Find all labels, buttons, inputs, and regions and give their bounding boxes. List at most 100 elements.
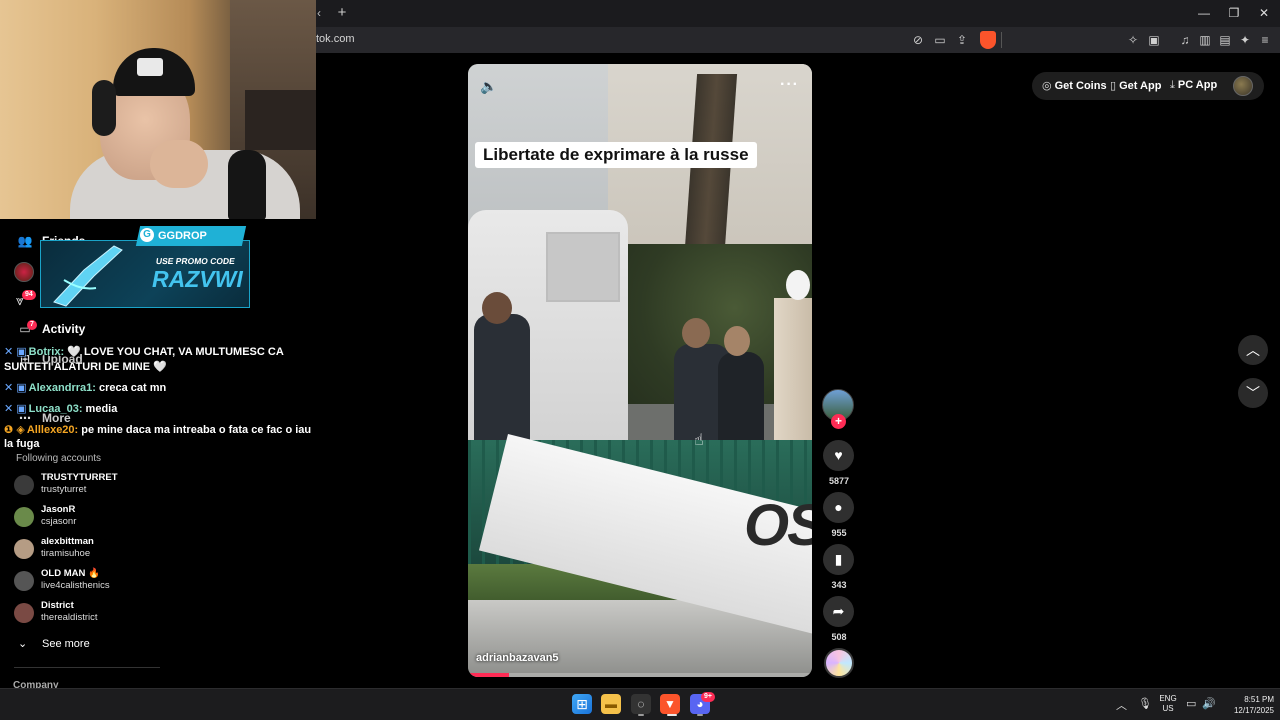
extensions-icon[interactable]: ✧ [1125,32,1141,48]
chat-message: ✕ ▣ Lucaa_03: media [4,402,117,415]
app-running-indicator [638,714,644,716]
avatar [14,475,34,495]
steam-icon[interactable]: ◌ [631,694,651,714]
more-options-icon[interactable]: ··· [780,76,799,94]
speaker-icon[interactable]: 🔊 [1202,697,1216,710]
get-app-button[interactable]: ▯ Get App [1110,79,1161,92]
video-progress-fill [468,673,510,677]
promo-banner: G GGDROP USE PROMO CODE RAZVWI [40,226,252,311]
brave-shields-icon[interactable] [980,31,996,49]
account-name: District [41,600,74,611]
cam-shelf [245,90,316,150]
microphone-icon [228,150,266,219]
promo-code: RAZVWI [152,266,243,292]
account-name: OLD MAN 🔥 [41,568,100,579]
following-account[interactable]: OLD MAN 🔥 live4calisthenics [14,568,214,594]
top-actions-bar: ◎ Get Coins ▯ Get App ⤓ PC App [1032,72,1264,100]
comment-button[interactable]: ● [823,492,854,523]
restore-icon[interactable]: ❐ [1222,4,1246,22]
like-button[interactable]: ♥ [823,440,854,471]
language-indicator[interactable]: ENG US [1158,694,1178,714]
webcam-overlay [0,0,316,219]
chat-message: ✕ ▣ Botrix: 🤍 LOVE YOU CHAT, VA MULTUMESC… [4,345,284,358]
chat-message: ❶ ◈ Alllexe20: pe mine daca ma intreaba o… [4,423,311,436]
new-tab-button[interactable]: + [334,4,350,22]
see-more-button[interactable]: ⌄ See more [18,637,90,650]
mouse-cursor-icon: ☝ [694,432,704,449]
wallet-icon[interactable]: ▤ [1217,32,1233,48]
volume-icon[interactable]: 🔈 [480,78,497,95]
video-author[interactable]: adrianbazavan5 [476,652,559,664]
network-icon[interactable]: ▭ [1186,697,1196,710]
url-field[interactable]: tok.com [316,33,355,45]
following-account[interactable]: alexbittman tiramisuhoe [14,536,214,562]
file-explorer-icon[interactable]: ▬ [601,694,621,714]
save-button[interactable]: ▮ [823,544,854,575]
menu-icon[interactable]: ≡ [1257,32,1273,48]
app-active-indicator [667,714,677,716]
language-code: ENG [1159,694,1177,703]
chat-message: ✕ ▣ Alexandrra1: creca cat mn [4,381,166,394]
no-translate-icon[interactable]: ⊘ [910,32,926,48]
taskbar-clock[interactable]: 8:51 PM 12/17/2025 [1218,694,1274,716]
profile-avatar[interactable] [1233,76,1253,96]
notification-badge: 94 [22,290,36,300]
share-icon[interactable]: ⇪ [954,32,970,48]
close-window-icon[interactable]: ✕ [1252,4,1276,22]
following-account[interactable]: TRUSTYTURRET trustyturret [14,472,214,498]
cast-icon[interactable]: ▭ [932,32,948,48]
pc-app-button[interactable]: ⤓ PC App [1170,79,1217,92]
video-player[interactable]: OSCI Libertate de exprimare à la russe 🔈… [468,64,812,677]
chat-user: Alllexe20: [26,424,79,436]
get-app-label: Get App [1119,80,1162,92]
clock-date: 12/17/2025 [1233,706,1274,715]
activity-label: Activity [42,322,86,336]
chat-badge-icon: ✕ ▣ [4,403,27,415]
avatar [14,571,34,591]
music-disc-icon[interactable] [824,648,854,678]
microphone-tray-icon[interactable]: 🎙 [1138,697,1152,710]
cam-cap-logo [137,58,163,76]
see-more-label: See more [42,638,90,650]
knife-icon [53,245,123,307]
download-icon: ⤓ [1170,79,1175,91]
ggdrop-logo-icon: G [140,228,154,242]
following-account[interactable]: JasonR csjasonr [14,504,214,530]
video-lamp [786,270,810,300]
chat-text: SUNTETI ALATURI DE MINE 🤍 [4,361,167,373]
follow-plus-icon[interactable]: + [831,414,846,429]
leo-ai-icon[interactable]: ✦ [1237,32,1253,48]
live-avatar[interactable] [14,262,34,282]
share-arrow-icon: ➦ [832,603,845,619]
clock-time: 8:51 PM [1244,695,1274,704]
video-head [724,326,750,356]
headset-icon [92,80,116,136]
save-count: 343 [831,580,847,590]
sidebar-toggle-icon[interactable]: ▥ [1197,32,1213,48]
previous-video-button[interactable]: ︿ [1238,335,1268,365]
video-head [682,318,710,348]
video-caption: Libertate de exprimare à la russe [475,142,757,168]
tab-search-icon[interactable]: ▣ [1146,32,1162,48]
account-handle: tiramisuhoe [41,548,91,559]
account-name: TRUSTYTURRET [41,472,118,483]
video-progress[interactable] [468,673,812,677]
chat-badge-icon: ✕ ▣ [4,382,27,394]
minimize-icon[interactable]: — [1192,4,1216,22]
chat-text: 🤍 LOVE YOU CHAT, VA MULTUMESC CA [67,346,284,358]
share-button[interactable]: ➦ [823,596,854,627]
chat-text: pe mine daca ma intreaba o fata ce fac o… [81,424,312,436]
get-coins-button[interactable]: ◎ Get Coins [1042,79,1107,92]
app-running-indicator [697,714,703,716]
brave-browser-icon[interactable]: ▼ [660,694,680,714]
media-icon[interactable]: ♫ [1177,32,1193,48]
tray-chevron-icon[interactable]: ︿ [1116,697,1127,713]
start-menu-icon[interactable]: ⊞ [572,694,592,714]
account-handle: therealdistrict [41,612,98,623]
following-account[interactable]: District therealdistrict [14,600,214,626]
chevron-down-icon: ﹀ [1246,385,1260,401]
avatar [14,507,34,527]
comment-count: 955 [831,528,847,538]
next-video-button[interactable]: ﹀ [1238,378,1268,408]
chat-message: la fuga [4,438,39,450]
